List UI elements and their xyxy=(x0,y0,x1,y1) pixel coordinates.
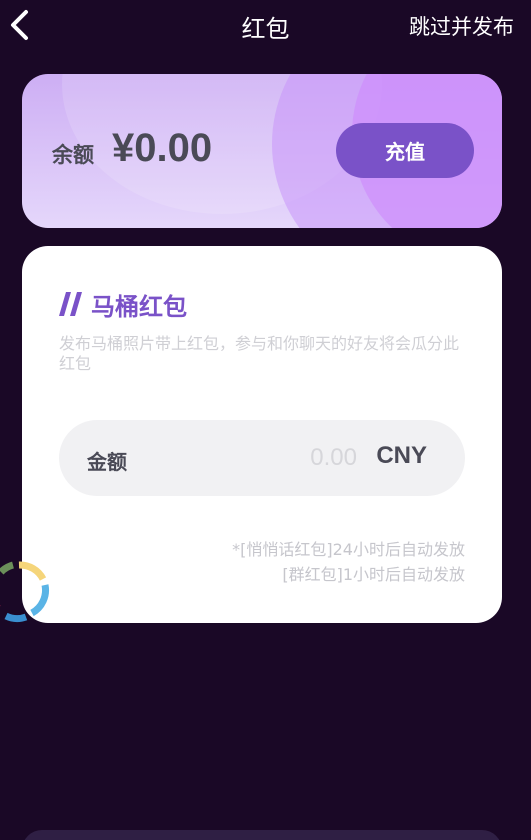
loading-spinner-icon xyxy=(0,556,50,626)
balance-amount: ¥0.00 xyxy=(112,126,213,170)
skip-and-publish-button[interactable]: 跳过并发布 xyxy=(409,11,514,41)
balance-label: 余额 xyxy=(52,143,94,167)
header-bar: 红包 跳过并发布 xyxy=(0,0,531,52)
release-notes: *[悄悄话红包]24小时后自动发放 [群红包]1小时后自动发放 xyxy=(232,537,465,587)
bottom-action-bar[interactable] xyxy=(22,830,502,840)
card-title: 马桶红包 xyxy=(91,292,187,321)
card-heading: 马桶红包 xyxy=(59,288,187,321)
note-whisper-packet: *[悄悄话红包]24小时后自动发放 xyxy=(232,540,465,559)
amount-input[interactable] xyxy=(247,440,357,476)
currency-label: CNY xyxy=(376,442,427,469)
recharge-button[interactable]: 充值 xyxy=(336,123,474,178)
note-group-packet: [群红包]1小时后自动发放 xyxy=(282,565,465,584)
balance-card: 余额 ¥0.00 充值 xyxy=(22,74,502,228)
double-slash-icon xyxy=(59,292,83,316)
card-description: 发布马桶照片带上红包，参与和你聊天的好友将会瓜分此红包 xyxy=(59,334,460,373)
red-packet-card: 马桶红包 发布马桶照片带上红包，参与和你聊天的好友将会瓜分此红包 金额 CNY … xyxy=(22,246,502,623)
amount-label: 金额 xyxy=(87,450,127,474)
amount-field[interactable]: 金额 CNY xyxy=(59,420,465,496)
